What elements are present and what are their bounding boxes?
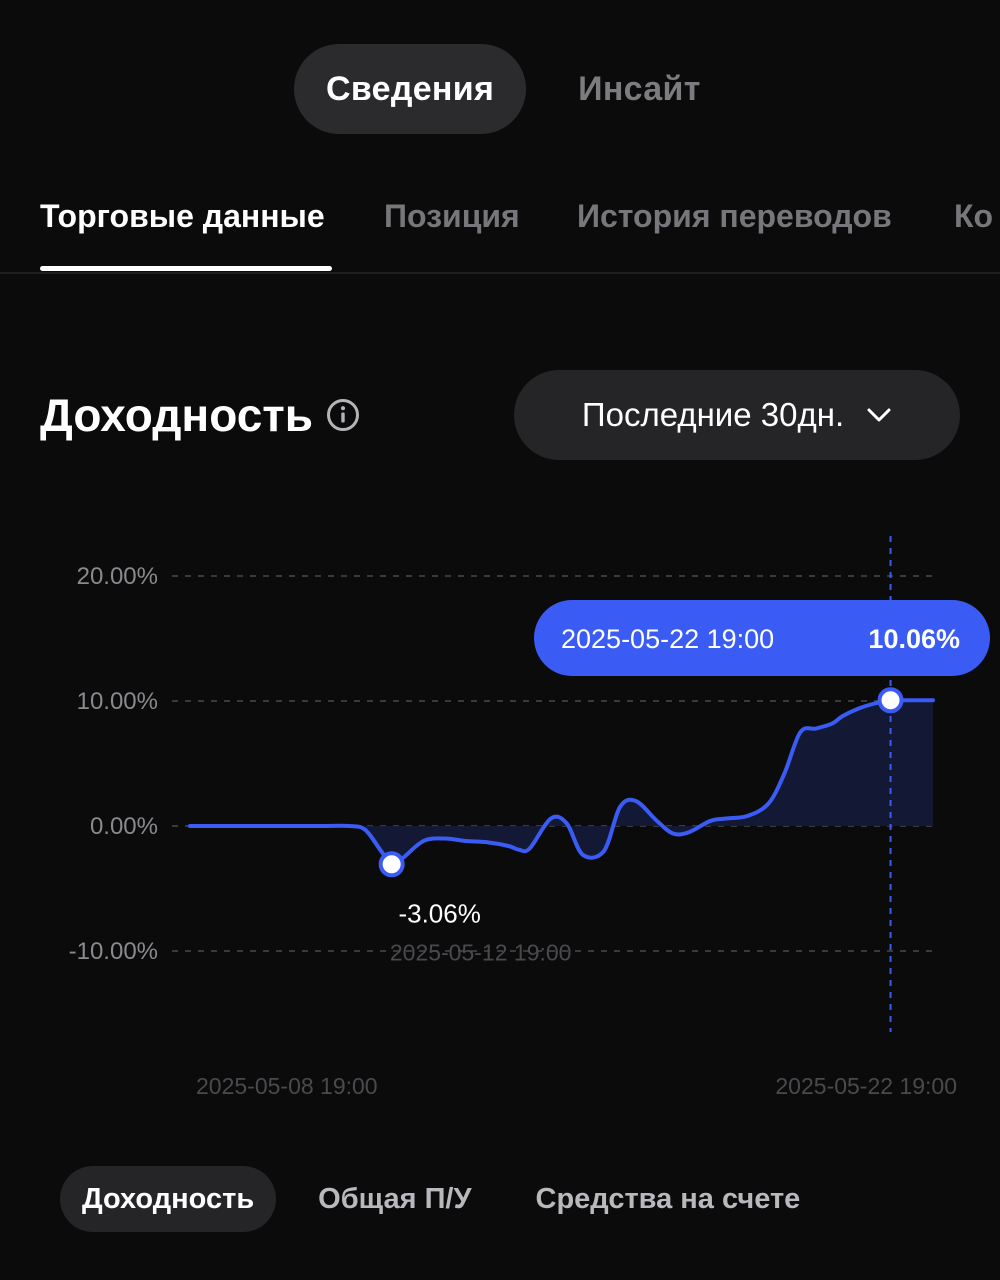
tooltip-date: 2025-05-22 19:00	[561, 624, 774, 654]
min-value-label: -3.06%	[398, 898, 480, 928]
latest-point-marker	[877, 687, 904, 714]
metric-tabs: Доходность Общая П/У Средства на счете	[60, 1166, 842, 1232]
metric-tab-account-funds[interactable]: Средства на счете	[514, 1166, 823, 1232]
tab-transfer-history[interactable]: История переводов	[577, 198, 892, 235]
tab-trading-data[interactable]: Торговые данные	[40, 198, 325, 235]
min-date-label: 2025-05-12 19:00	[390, 939, 572, 965]
app-screen: Сведения Инсайт Торговые данные Позиция …	[0, 0, 1000, 1280]
returns-chart[interactable]: 20.00% 10.00% 0.00% -10.00% -3.06% 2025-05-12…	[0, 520, 1000, 1100]
area-fill	[190, 700, 933, 865]
period-dropdown[interactable]: Последние 30дн.	[514, 370, 960, 460]
segment-insight[interactable]: Инсайт	[546, 44, 733, 134]
tab-position[interactable]: Позиция	[384, 198, 520, 235]
segment-details[interactable]: Сведения	[294, 44, 527, 134]
y-tick-label: -10.00%	[69, 938, 158, 965]
period-label: Последние 30дн.	[581, 396, 845, 433]
info-circle-icon[interactable]	[326, 398, 360, 432]
y-tick-label: 0.00%	[90, 813, 158, 840]
section-title: Доходность	[40, 389, 314, 441]
active-tab-underline	[40, 266, 332, 271]
x-tick-label: 2025-05-22 19:00	[775, 1073, 957, 1099]
tooltip-value: 10.06%	[868, 624, 960, 654]
min-point-marker	[378, 851, 405, 878]
metric-tab-returns[interactable]: Доходность	[60, 1166, 277, 1232]
metric-tab-total-pnl[interactable]: Общая П/У	[296, 1166, 493, 1232]
y-tick-label: 10.00%	[77, 688, 158, 715]
tab-truncated[interactable]: Ко	[954, 198, 993, 235]
x-tick-label: 2025-05-08 19:00	[196, 1073, 378, 1099]
chevron-down-icon	[867, 408, 891, 422]
top-segment-switch: Сведения Инсайт	[294, 44, 733, 134]
section-tabs: Торговые данные Позиция История переводо…	[0, 190, 1000, 274]
y-tick-label: 20.00%	[77, 563, 158, 590]
